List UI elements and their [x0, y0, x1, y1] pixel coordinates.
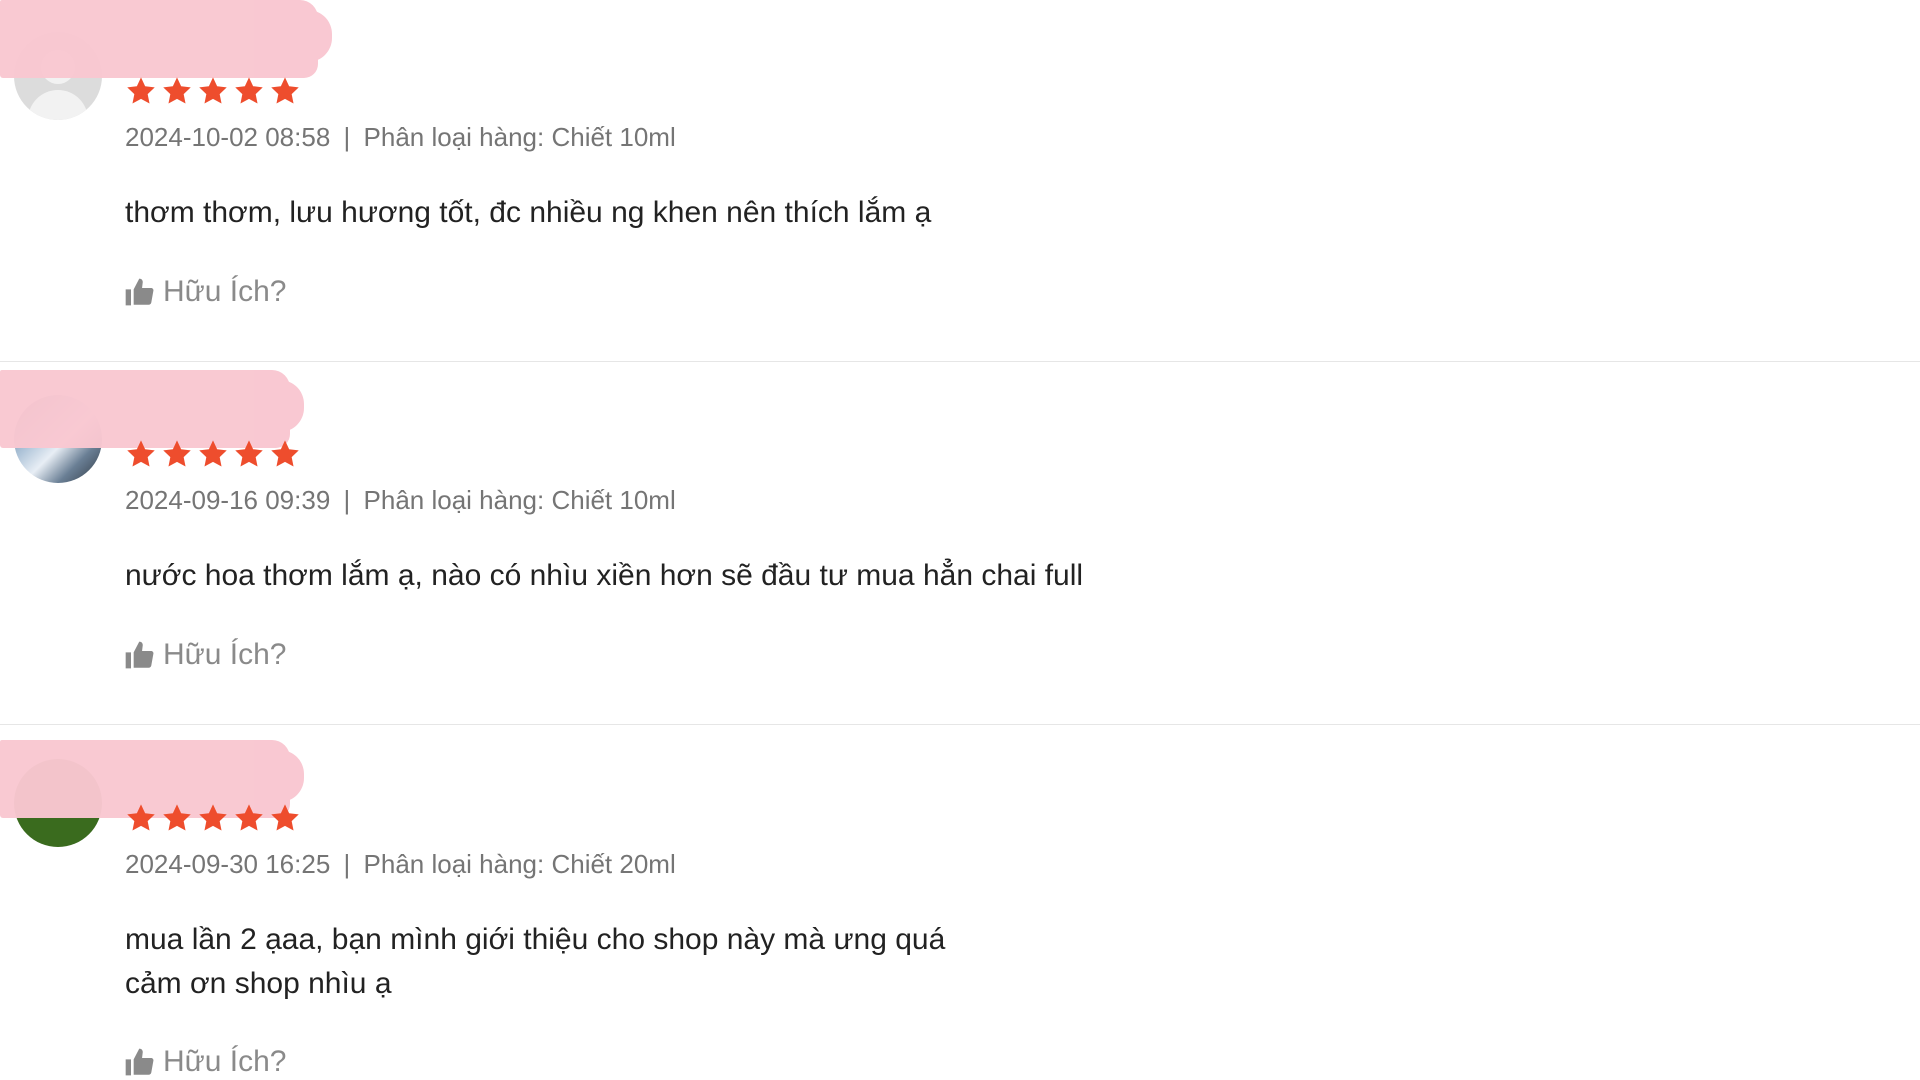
- redacted-username: [0, 370, 304, 448]
- star-icon: [161, 75, 193, 107]
- review-date: 2024-09-16 09:39: [125, 485, 331, 515]
- helpful-button[interactable]: Hữu Ích?: [123, 638, 286, 672]
- review-content-line: cảm ơn shop nhìu ạ: [125, 967, 392, 1000]
- review-date: 2024-10-02 08:58: [125, 122, 331, 152]
- review-content: mua lần 2 ạaa, bạn mình giới thiệu cho s…: [125, 918, 945, 1006]
- rating-stars: [125, 75, 301, 107]
- review-variation: Phân loại hàng: Chiết 10ml: [363, 485, 676, 515]
- review-meta: 2024-10-02 08:58 | Phân loại hàng: Chiết…: [125, 122, 676, 153]
- star-icon: [233, 438, 265, 470]
- star-icon: [269, 438, 301, 470]
- meta-separator: |: [343, 122, 351, 152]
- star-icon: [197, 802, 229, 834]
- star-icon: [161, 438, 193, 470]
- avatar-placeholder-body: [28, 90, 88, 120]
- helpful-label: Hữu Ích?: [163, 638, 287, 671]
- meta-separator: |: [343, 485, 351, 515]
- redacted-username: [0, 0, 332, 78]
- review-meta: 2024-09-30 16:25 | Phân loại hàng: Chiết…: [125, 849, 676, 880]
- review-content: thơm thơm, lưu hương tốt, đc nhiều ng kh…: [125, 191, 931, 235]
- review-date: 2024-09-30 16:25: [125, 849, 331, 879]
- review-item: 2024-10-02 08:58 | Phân loại hàng: Chiết…: [0, 0, 1920, 362]
- review-content-line: thơm thơm, lưu hương tốt, đc nhiều ng kh…: [125, 196, 932, 229]
- review-item: 2024-09-16 09:39 | Phân loại hàng: Chiết…: [0, 362, 1920, 725]
- review-item: 2024-09-30 16:25 | Phân loại hàng: Chiết…: [0, 726, 1920, 1080]
- star-icon: [269, 75, 301, 107]
- review-divider: [0, 724, 1920, 725]
- star-icon: [125, 75, 157, 107]
- meta-separator: |: [343, 849, 351, 879]
- thumbs-up-icon: [123, 1046, 155, 1078]
- star-icon: [197, 75, 229, 107]
- helpful-button[interactable]: Hữu Ích?: [123, 275, 286, 309]
- review-content: nước hoa thơm lắm ạ, nào có nhìu xiền hơ…: [125, 554, 1083, 598]
- helpful-label: Hữu Ích?: [163, 275, 287, 308]
- star-icon: [233, 75, 265, 107]
- star-icon: [197, 438, 229, 470]
- helpful-button[interactable]: Hữu Ích?: [123, 1045, 286, 1079]
- thumbs-up-icon: [123, 276, 155, 308]
- star-icon: [125, 802, 157, 834]
- rating-stars: [125, 438, 301, 470]
- thumbs-up-icon: [123, 639, 155, 671]
- review-content-line: nước hoa thơm lắm ạ, nào có nhìu xiền hơ…: [125, 559, 1084, 592]
- review-variation: Phân loại hàng: Chiết 10ml: [363, 122, 676, 152]
- review-content-line: mua lần 2 ạaa, bạn mình giới thiệu cho s…: [125, 923, 946, 956]
- review-meta: 2024-09-16 09:39 | Phân loại hàng: Chiết…: [125, 485, 676, 516]
- star-icon: [161, 802, 193, 834]
- star-icon: [269, 802, 301, 834]
- review-variation: Phân loại hàng: Chiết 20ml: [363, 849, 676, 879]
- star-icon: [233, 802, 265, 834]
- helpful-label: Hữu Ích?: [163, 1045, 287, 1078]
- review-list: 2024-10-02 08:58 | Phân loại hàng: Chiết…: [0, 0, 1920, 1080]
- rating-stars: [125, 802, 301, 834]
- star-icon: [125, 438, 157, 470]
